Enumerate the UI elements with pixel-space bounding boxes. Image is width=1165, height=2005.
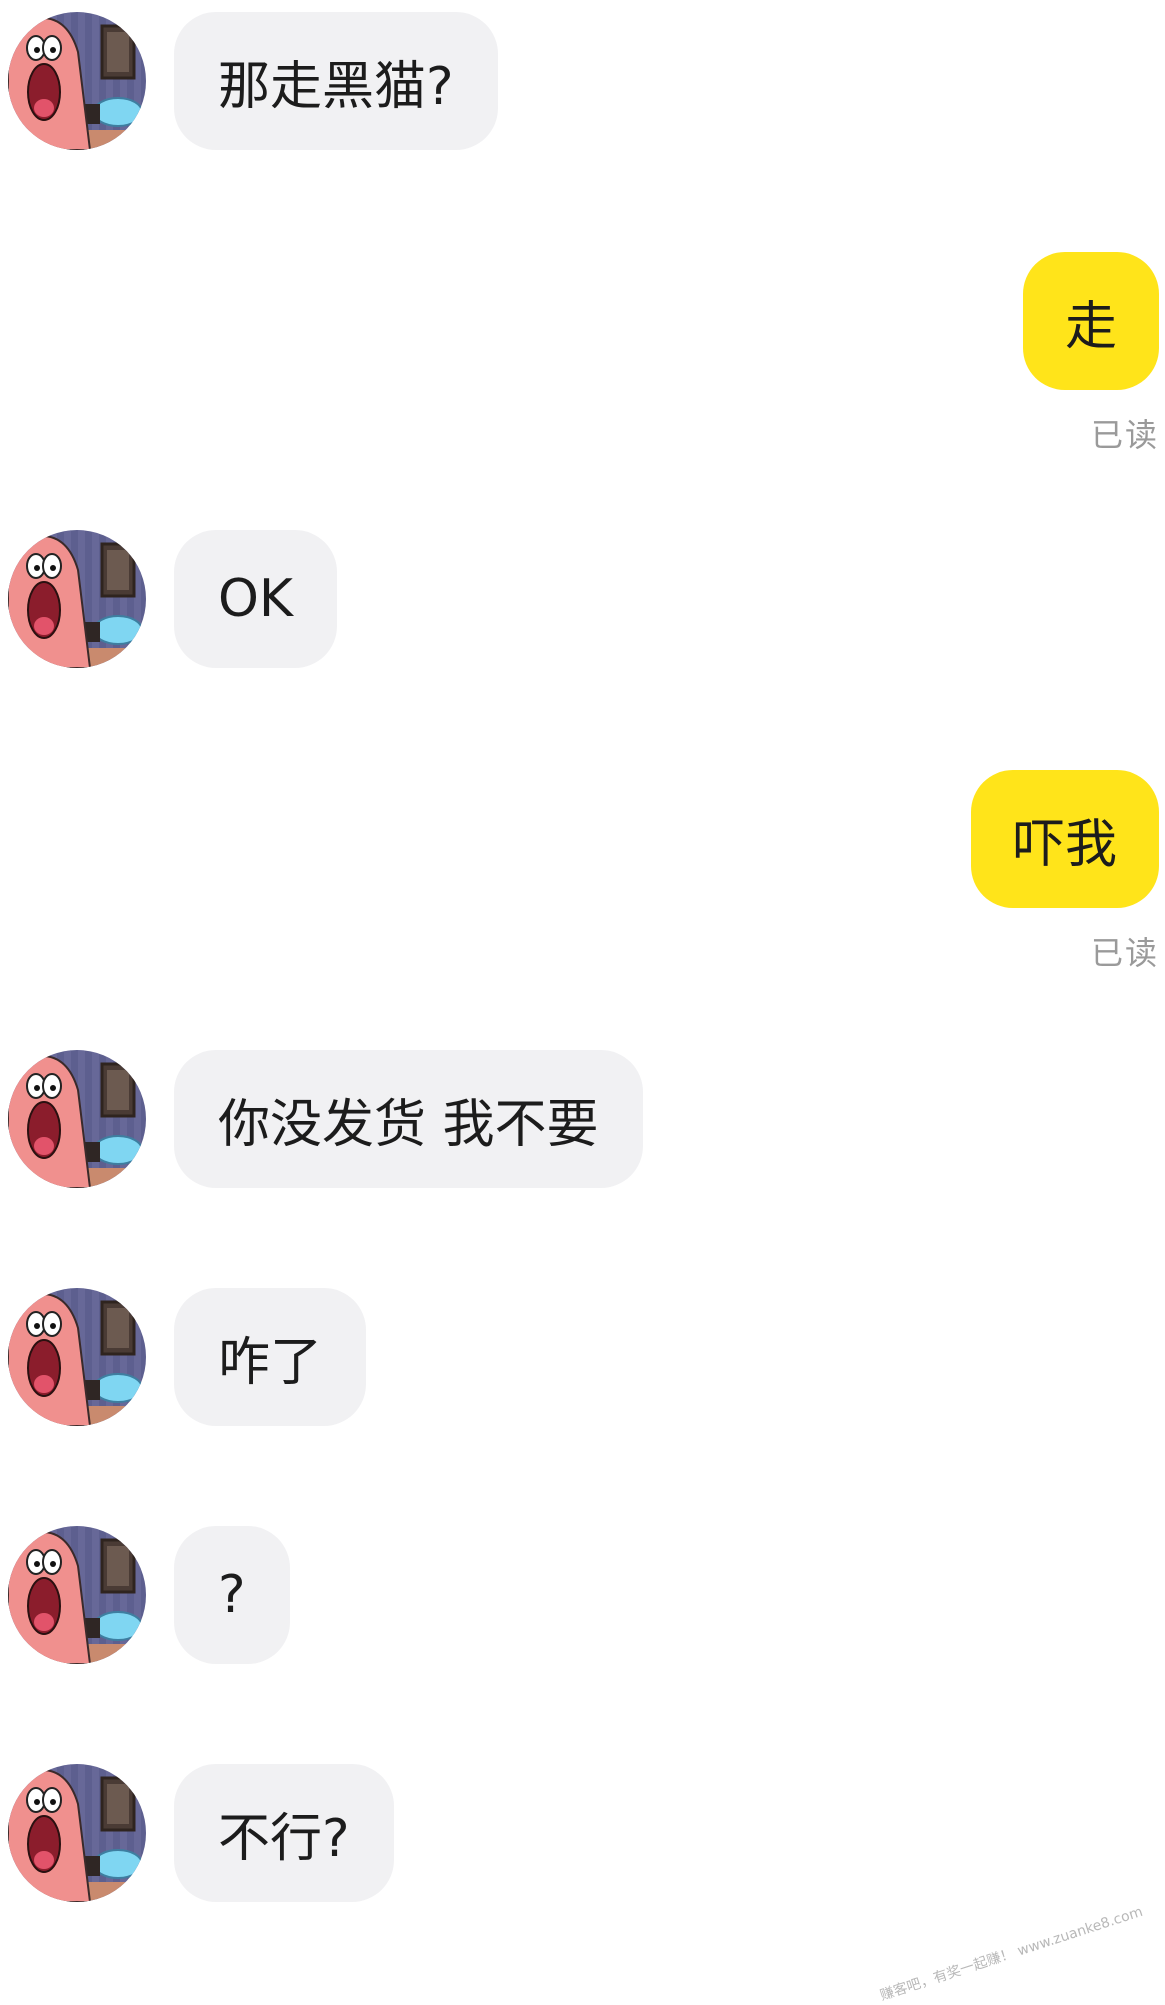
message-bubble-incoming[interactable]: ? (174, 1526, 290, 1664)
contact-avatar[interactable] (8, 1288, 146, 1426)
read-status: 已读 (1090, 934, 1159, 972)
contact-avatar[interactable] (8, 1050, 146, 1188)
message-text: ? (218, 1565, 246, 1625)
patrick-star-avatar-icon (8, 1050, 146, 1188)
contact-avatar[interactable] (8, 1764, 146, 1902)
message-bubble-incoming[interactable]: 不行? (174, 1764, 394, 1902)
message-text: 不行? (218, 1808, 350, 1869)
message-bubble-outgoing[interactable]: 吓我 (970, 770, 1159, 908)
message-text: 走 (1064, 296, 1117, 357)
message-text: 咋了 (218, 1332, 323, 1393)
message-bubble-incoming[interactable]: 你没发货 我不要 (174, 1050, 643, 1188)
message-bubble-outgoing[interactable]: 走 (1022, 252, 1159, 390)
message-text: 你没发货 我不要 (218, 1094, 599, 1155)
patrick-star-avatar-icon (8, 530, 146, 668)
patrick-star-avatar-icon (8, 1288, 146, 1426)
message-text: 吓我 (1012, 814, 1117, 875)
message-text: OK (218, 569, 294, 629)
message-bubble-incoming[interactable]: OK (174, 530, 338, 668)
patrick-star-avatar-icon (8, 1764, 146, 1902)
message-bubble-incoming[interactable]: 那走黑猫? (174, 12, 498, 150)
read-status: 已读 (1090, 416, 1159, 454)
contact-avatar[interactable] (8, 12, 146, 150)
message-text: 那走黑猫? (218, 56, 454, 117)
message-bubble-incoming[interactable]: 咋了 (174, 1288, 367, 1426)
watermark: 赚客吧，有奖一起赚！ www.zuanke8.com (878, 1903, 1145, 2005)
contact-avatar[interactable] (8, 530, 146, 668)
contact-avatar[interactable] (8, 1526, 146, 1664)
patrick-star-avatar-icon (8, 12, 146, 150)
patrick-star-avatar-icon (8, 1526, 146, 1664)
